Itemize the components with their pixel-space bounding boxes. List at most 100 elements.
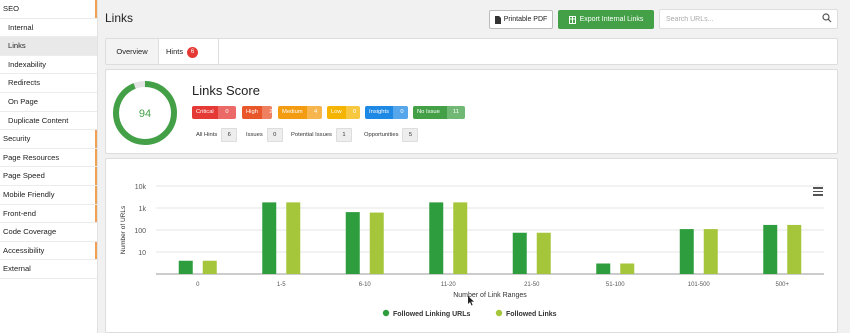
sidebar-item[interactable]: Security [0, 130, 97, 149]
severity-badge-count: 0 [392, 106, 411, 119]
hint-stat-label: Opportunities [364, 132, 399, 138]
sidebar: SEO Internal Links Indexability Redirects On … [0, 0, 98, 333]
score-gauge: 94 [113, 81, 177, 145]
severity-badge-count: 4 [306, 106, 325, 119]
severity-badge-count: 11 [447, 106, 465, 119]
severity-badge-label: Low [331, 109, 342, 115]
chart-card: 10k 1k 100 10 0 1-5 6-10 11-20 21-50 51-100 101-50… [105, 158, 838, 333]
score-title: Links Score [192, 83, 260, 98]
tab-overview-label: Overview [116, 47, 148, 56]
bar[interactable] [429, 202, 444, 274]
hint-stat-label: Issues [246, 132, 263, 138]
x-tick-label: 1-5 [277, 282, 286, 288]
hints-count-badge: 6 [187, 46, 199, 58]
score-value: 94 [139, 108, 151, 120]
severity-badge-label: Medium [282, 109, 303, 115]
x-tick-label: 51-100 [606, 282, 625, 288]
y-tick-label: 1k [139, 206, 147, 213]
legend-marker[interactable] [495, 309, 503, 317]
hint-stat-label: All Hints [196, 132, 218, 138]
severity-badge-label: No Issue [417, 109, 440, 115]
bar[interactable] [679, 229, 694, 274]
spreadsheet-icon [568, 15, 576, 24]
bar[interactable] [345, 212, 360, 274]
bar[interactable] [178, 260, 193, 274]
document-icon [494, 15, 501, 24]
hint-stat-label: Potential Issues [291, 132, 332, 138]
bar[interactable] [262, 202, 277, 274]
y-tick-label: 10 [138, 250, 146, 257]
severity-badge[interactable]: No Issue 11 [413, 106, 465, 119]
tab-overview[interactable]: Overview [106, 39, 159, 64]
y-axis-title: Number of URLs [120, 205, 127, 254]
sidebar-item[interactable]: Page Speed [0, 167, 97, 186]
sidebar-item[interactable]: External [0, 260, 97, 279]
bar[interactable] [596, 263, 611, 274]
bar[interactable] [703, 229, 718, 274]
bar[interactable] [286, 202, 301, 274]
printable-pdf-button[interactable]: Printable PDF [489, 10, 553, 29]
page-title: Links [105, 11, 134, 25]
hint-stat-count: 0 [266, 128, 283, 142]
hint-stat-count: 5 [402, 128, 419, 142]
severity-badge[interactable]: Critical 0 [192, 106, 236, 119]
bar[interactable] [620, 263, 635, 274]
x-tick-label: 11-20 [441, 282, 457, 288]
search-input[interactable] [660, 10, 816, 28]
x-tick-label: 21-50 [524, 282, 540, 288]
severity-badge[interactable]: Insights 0 [365, 106, 411, 119]
tab-hints[interactable]: Hints 6 [166, 39, 199, 64]
sidebar-item[interactable]: Mobile Friendly [0, 185, 97, 205]
sidebar-item[interactable]: SEO [0, 0, 97, 19]
bar[interactable] [369, 212, 384, 274]
severity-badge-count: 0 [345, 106, 364, 119]
severity-badge[interactable]: High 2 [242, 106, 280, 119]
sidebar-item[interactable]: Indexability [0, 56, 97, 75]
sidebar-item[interactable]: Internal [0, 19, 97, 38]
sidebar-item[interactable]: Front-end [0, 204, 97, 224]
hint-stat-count: 1 [335, 128, 352, 142]
bar[interactable] [763, 224, 778, 274]
links-chart: 10k1k100100 1-5 6-10 11-20 21-50 51-100 101-50… [120, 184, 824, 318]
bar[interactable] [787, 224, 802, 274]
legend-label[interactable]: Followed Links [506, 311, 557, 318]
printable-pdf-label: Printable PDF [503, 16, 548, 23]
sidebar-item[interactable]: Page Resources [0, 148, 97, 168]
bar[interactable] [536, 232, 551, 274]
bar[interactable] [453, 202, 468, 274]
main-content: Links Printable PDF Export Internal Link… [98, 0, 850, 333]
hint-stat[interactable]: Potential Issues 1 [287, 128, 352, 142]
x-tick-label: 6-10 [359, 282, 372, 288]
severity-badge-count: 0 [218, 106, 236, 119]
search-icon[interactable] [822, 13, 832, 23]
tab-divider [218, 39, 219, 64]
severity-badge-label: Critical [196, 109, 214, 115]
bar[interactable] [202, 260, 217, 274]
links-score-card: 94 Links Score Critical 0 High 2 Medium 4 Low 0… [105, 69, 838, 154]
hint-stat[interactable]: Opportunities 5 [360, 128, 419, 142]
hint-stat[interactable]: All Hints 6 [192, 128, 238, 142]
bar[interactable] [512, 232, 527, 274]
legend-label[interactable]: Followed Linking URLs [393, 311, 470, 318]
x-tick-label: 101-500 [688, 282, 711, 288]
sidebar-item[interactable]: Code Coverage [0, 223, 97, 242]
chart-menu-icon[interactable] [813, 187, 823, 198]
tab-bar: Overview Hints 6 [105, 38, 838, 65]
sidebar-item[interactable]: Accessibility [0, 241, 97, 261]
severity-badge[interactable]: Low 0 [327, 106, 364, 119]
hint-stat-count: 6 [221, 128, 238, 142]
y-tick-label: 100 [134, 228, 146, 235]
sidebar-item[interactable]: Duplicate Content [0, 112, 97, 131]
sidebar-item[interactable]: On Page [0, 93, 97, 112]
legend-marker[interactable] [382, 309, 390, 317]
y-tick-label: 10k [135, 184, 147, 191]
x-axis-title: Number of Link Ranges [453, 292, 527, 299]
sidebar-item[interactable]: Links [0, 37, 97, 56]
export-internal-links-button[interactable]: Export Internal Links [558, 10, 654, 29]
export-internal-links-label: Export Internal Links [579, 16, 644, 23]
hint-stat[interactable]: Issues 0 [242, 128, 283, 142]
sidebar-item[interactable]: Redirects [0, 74, 97, 93]
severity-badge[interactable]: Medium 4 [278, 106, 325, 119]
x-tick-label: 0 [196, 282, 200, 288]
severity-badge-label: Insights [369, 109, 389, 115]
